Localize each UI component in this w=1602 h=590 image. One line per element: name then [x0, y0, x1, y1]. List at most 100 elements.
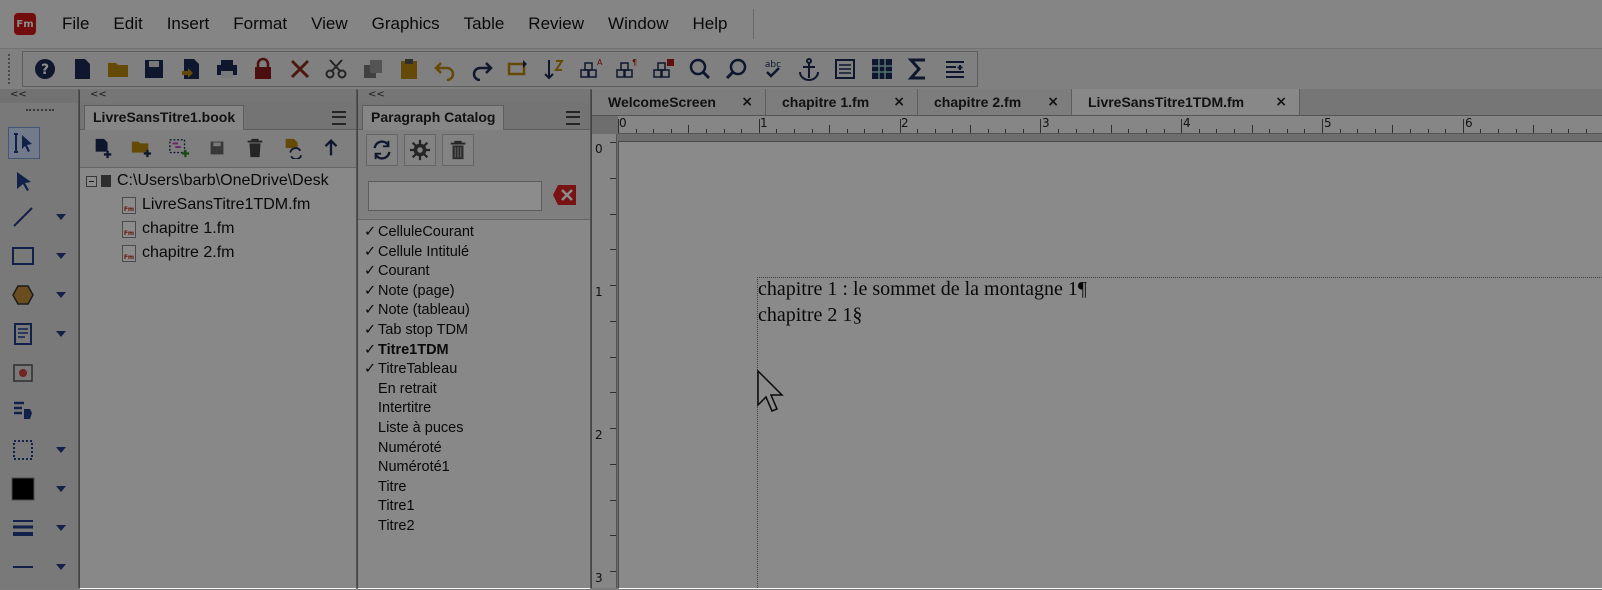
save-book-button[interactable]	[198, 133, 236, 163]
delete-file-button[interactable]	[236, 133, 274, 163]
help-button[interactable]: ?	[30, 54, 60, 84]
paragraph-catalog-tab[interactable]: Paragraph Catalog	[362, 105, 505, 130]
catalog-settings-button[interactable]	[404, 134, 436, 166]
chevron-down-icon[interactable]	[56, 292, 66, 298]
table-format-button[interactable]	[649, 54, 679, 84]
close-icon[interactable]: ×	[1047, 94, 1059, 110]
object-select-tool[interactable]	[8, 163, 74, 199]
lock-button[interactable]	[248, 54, 278, 84]
tab-chapitre-2[interactable]: chapitre 2.fm ×	[918, 89, 1072, 115]
fill-color-tool[interactable]	[8, 471, 74, 507]
print-button[interactable]	[212, 54, 242, 84]
paragraph-format-item[interactable]: ✓ Titre1TDM	[364, 342, 449, 361]
chevron-down-icon[interactable]	[56, 525, 66, 531]
menu-table[interactable]: Table	[464, 14, 505, 34]
close-icon[interactable]: ×	[1275, 94, 1287, 110]
paragraph-format-item[interactable]: Numéroté	[364, 440, 442, 459]
toolbar-grip[interactable]	[8, 54, 14, 84]
line-width-tool[interactable]	[8, 510, 74, 546]
text-frame-button[interactable]	[830, 54, 860, 84]
close-icon[interactable]: ×	[893, 94, 905, 110]
clear-search-icon[interactable]	[552, 183, 578, 207]
paragraph-format-item[interactable]: Titre1	[364, 498, 415, 517]
anchor-button[interactable]	[794, 54, 824, 84]
book-file-item[interactable]: Fm chapitre 1.fm	[122, 218, 234, 240]
tab-chapitre-1[interactable]: chapitre 1.fm ×	[766, 89, 918, 115]
para-collapse-button[interactable]: <<	[358, 89, 590, 103]
menu-window[interactable]: Window	[608, 14, 668, 34]
repeat-button[interactable]	[503, 54, 533, 84]
menu-help[interactable]: Help	[693, 14, 728, 34]
book-file-item[interactable]: Fm chapitre 2.fm	[122, 242, 234, 264]
book-collapse-button[interactable]: <<	[80, 89, 356, 103]
tab-livre-tdm[interactable]: LivreSansTitre1TDM.fm ×	[1072, 89, 1300, 115]
paragraph-format-item[interactable]: Numéroté1	[364, 459, 450, 478]
paragraph-format-item[interactable]: ✓ TitreTableau	[364, 361, 457, 380]
polygon-tool[interactable]	[8, 277, 74, 313]
sum-button[interactable]	[903, 54, 933, 84]
document-page[interactable]: chapitre 1 : le sommet de la montagne 1¶…	[618, 141, 1602, 590]
paragraph-format-item[interactable]: Titre	[364, 479, 406, 498]
open-button[interactable]	[103, 54, 133, 84]
hamburger-menu-icon[interactable]	[332, 111, 346, 125]
undo-button[interactable]	[430, 54, 460, 84]
chevron-down-icon[interactable]	[56, 331, 66, 337]
paragraph-format-item[interactable]: ✓ Courant	[364, 263, 430, 282]
add-group-button[interactable]	[160, 133, 198, 163]
text-frame-tool[interactable]	[8, 316, 74, 352]
tools-grip[interactable]	[26, 109, 54, 117]
paragraph-format-item[interactable]: ✓ Note (tableau)	[364, 302, 470, 321]
rectangle-tool[interactable]	[8, 238, 74, 274]
horizontal-ruler[interactable]: 0 1 2 3 4 5 6	[618, 116, 1602, 134]
close-icon[interactable]: ×	[741, 94, 753, 110]
cut-button[interactable]	[321, 54, 351, 84]
update-book-button[interactable]	[274, 133, 312, 163]
spelling-button[interactable]: abc	[758, 54, 788, 84]
menu-edit[interactable]: Edit	[113, 14, 142, 34]
chevron-down-icon[interactable]	[56, 486, 66, 492]
line-end-tool[interactable]	[8, 549, 74, 585]
catalog-search-input[interactable]	[368, 181, 542, 211]
hand-tool[interactable]	[8, 393, 74, 429]
menu-review[interactable]: Review	[528, 14, 584, 34]
vertical-ruler[interactable]: 0 1 2 3	[592, 134, 617, 588]
zoom-button[interactable]	[685, 54, 715, 84]
delete-format-button[interactable]	[442, 134, 474, 166]
smart-select-tool[interactable]	[8, 125, 74, 161]
chevron-down-icon[interactable]	[56, 253, 66, 259]
menu-format[interactable]: Format	[233, 14, 287, 34]
paragraph-format-item[interactable]: ✓ Note (page)	[364, 283, 455, 302]
find-button[interactable]	[721, 54, 751, 84]
menu-insert[interactable]: Insert	[167, 14, 210, 34]
copy-button[interactable]	[358, 54, 388, 84]
book-tab[interactable]: LivreSansTitre1.book	[84, 105, 245, 130]
save-as-button[interactable]	[176, 54, 206, 84]
chevron-down-icon[interactable]	[56, 564, 66, 570]
paragraph-format-item[interactable]: Liste à puces	[364, 420, 463, 439]
tab-welcome-screen[interactable]: WelcomeScreen ×	[592, 89, 766, 115]
add-folder-button[interactable]	[122, 133, 160, 163]
menu-graphics[interactable]: Graphics	[372, 14, 440, 34]
paragraph-format-button[interactable]: ¶	[612, 54, 642, 84]
new-document-button[interactable]	[67, 54, 97, 84]
table-button[interactable]	[867, 54, 897, 84]
menu-view[interactable]: View	[311, 14, 348, 34]
book-file-item[interactable]: Fm LivreSansTitre1TDM.fm	[122, 194, 310, 216]
paragraph-format-item[interactable]: Intertitre	[364, 400, 431, 419]
graphic-frame-tool[interactable]	[8, 355, 74, 391]
line-tool[interactable]	[8, 199, 74, 235]
refresh-catalog-button[interactable]	[366, 134, 398, 166]
chevron-down-icon[interactable]	[56, 447, 66, 453]
sort-button[interactable]	[539, 54, 569, 84]
text-frame[interactable]: chapitre 1 : le sommet de la montagne 1¶…	[757, 277, 1602, 590]
paragraph-format-item[interactable]: En retrait	[364, 381, 437, 400]
book-root-item[interactable]: C:\Users\barb\OneDrive\Desk	[86, 170, 329, 192]
paste-button[interactable]	[394, 54, 424, 84]
character-format-button[interactable]: A	[576, 54, 606, 84]
toc-line-2[interactable]: chapitre 2 1§	[758, 304, 862, 327]
paragraph-format-item[interactable]: ✓ CelluleCourant	[364, 224, 474, 243]
toc-line-1[interactable]: chapitre 1 : le sommet de la montagne 1¶	[758, 278, 1087, 301]
paragraph-format-item[interactable]: ✓ Tab stop TDM	[364, 322, 468, 341]
collapse-tree-icon[interactable]	[86, 175, 97, 187]
hamburger-menu-icon[interactable]	[566, 111, 580, 125]
